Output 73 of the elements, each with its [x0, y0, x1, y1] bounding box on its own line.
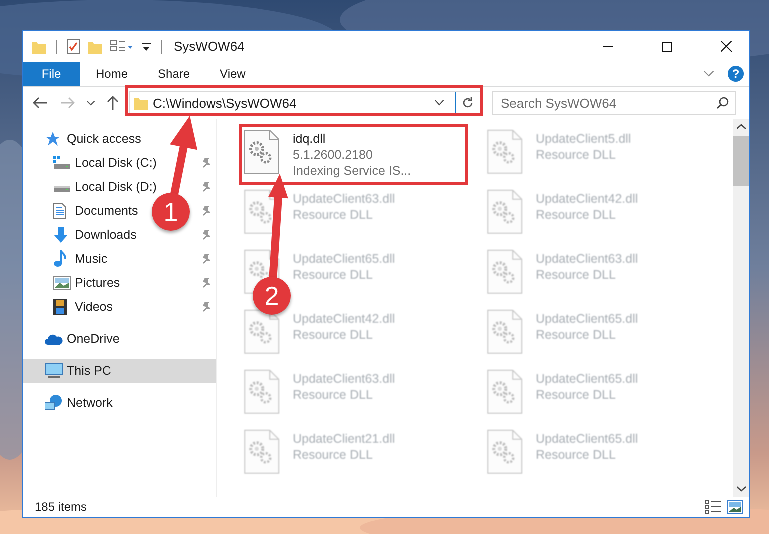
scroll-down-icon[interactable] [736, 486, 746, 492]
picture-icon [53, 276, 71, 290]
file-detail: Indexing Service IS... [293, 163, 412, 179]
settings-file-icon [244, 130, 280, 174]
address-field[interactable]: C:\Windows\SysWOW64 [129, 91, 481, 115]
scroll-up-icon[interactable] [736, 124, 746, 130]
large-icons-view-icon[interactable] [727, 500, 743, 514]
file-detail: Resource DLL [536, 207, 617, 223]
scrollbar-thumb[interactable] [733, 136, 749, 186]
dropdown-icon[interactable] [142, 42, 151, 52]
download-icon [53, 227, 69, 243]
settings-file-icon [487, 130, 523, 174]
file-detail: Resource DLL [293, 267, 374, 283]
search-box[interactable]: Search SysWOW64 [492, 91, 736, 115]
file-detail: Resource DLL [293, 387, 374, 403]
nav-item[interactable]: Pictures [53, 272, 120, 294]
folder-icon [134, 96, 148, 110]
file-detail: Resource DLL [536, 387, 617, 403]
drive-icon [53, 156, 71, 170]
cloud-icon [45, 333, 63, 345]
window-title: SysWOW64 [174, 39, 246, 54]
file-detail: Resource DLL [536, 147, 617, 163]
file-detail: Resource DLL [536, 327, 617, 343]
search-field[interactable]: Search SysWOW64 [501, 96, 717, 110]
ribbon-tab[interactable]: Home [82, 62, 142, 86]
up-button[interactable] [107, 96, 119, 110]
maximize-icon [662, 42, 672, 52]
back-button[interactable] [33, 97, 47, 109]
nav-item[interactable]: Downloads [53, 224, 137, 246]
nav-item[interactable]: Videos [53, 296, 113, 318]
scrollbar[interactable] [733, 119, 749, 497]
customize-icon[interactable] [110, 40, 134, 54]
nav-item[interactable]: Local Disk (C:) [53, 152, 157, 174]
refresh-icon[interactable] [462, 97, 474, 109]
ribbon-tab[interactable]: View [206, 62, 260, 86]
file-detail: Resource DLL [293, 447, 374, 463]
nav-item[interactable]: This PC [45, 360, 112, 382]
star-icon [45, 131, 61, 147]
item-count: 185 items [35, 500, 88, 514]
settings-file-icon [487, 430, 523, 474]
file-detail: Resource DLL [536, 447, 617, 463]
help-button[interactable]: ? [728, 66, 744, 82]
details-view-icon[interactable] [705, 500, 721, 514]
ribbon-tab[interactable]: Share [144, 62, 204, 86]
monitor-icon [45, 363, 63, 379]
settings-file-icon [487, 310, 523, 354]
dropdown-icon[interactable] [435, 100, 444, 106]
nav-item[interactable]: Quick access [45, 128, 142, 150]
file-detail: 5.1.2600.2180 [293, 147, 374, 163]
settings-file-icon [487, 370, 523, 414]
file-detail: Resource DLL [536, 267, 617, 283]
file-menu-tab[interactable]: File [23, 62, 80, 86]
settings-file-icon [244, 430, 280, 474]
settings-file-icon [487, 250, 523, 294]
file-detail: Resource DLL [293, 327, 374, 343]
nav-item[interactable]: Documents [53, 200, 138, 222]
nav-item[interactable]: Music [53, 248, 108, 270]
file-detail: Resource DLL [293, 207, 374, 223]
network-icon [45, 395, 63, 411]
expand-ribbon-icon[interactable] [704, 71, 714, 77]
settings-file-icon [244, 370, 280, 414]
close-icon [720, 41, 732, 52]
music-note-icon [53, 250, 67, 268]
file-name[interactable]: idq.dll [293, 131, 412, 147]
nav-item[interactable]: OneDrive [45, 328, 120, 350]
settings-file-icon [244, 310, 280, 354]
search-icon[interactable] [717, 97, 729, 109]
settings-file-icon [487, 190, 523, 234]
recent-locations-icon[interactable] [87, 100, 95, 106]
nav-item[interactable]: Network [45, 392, 113, 414]
document-icon [53, 203, 67, 219]
properties-icon[interactable] [67, 39, 80, 54]
film-icon [53, 299, 67, 315]
